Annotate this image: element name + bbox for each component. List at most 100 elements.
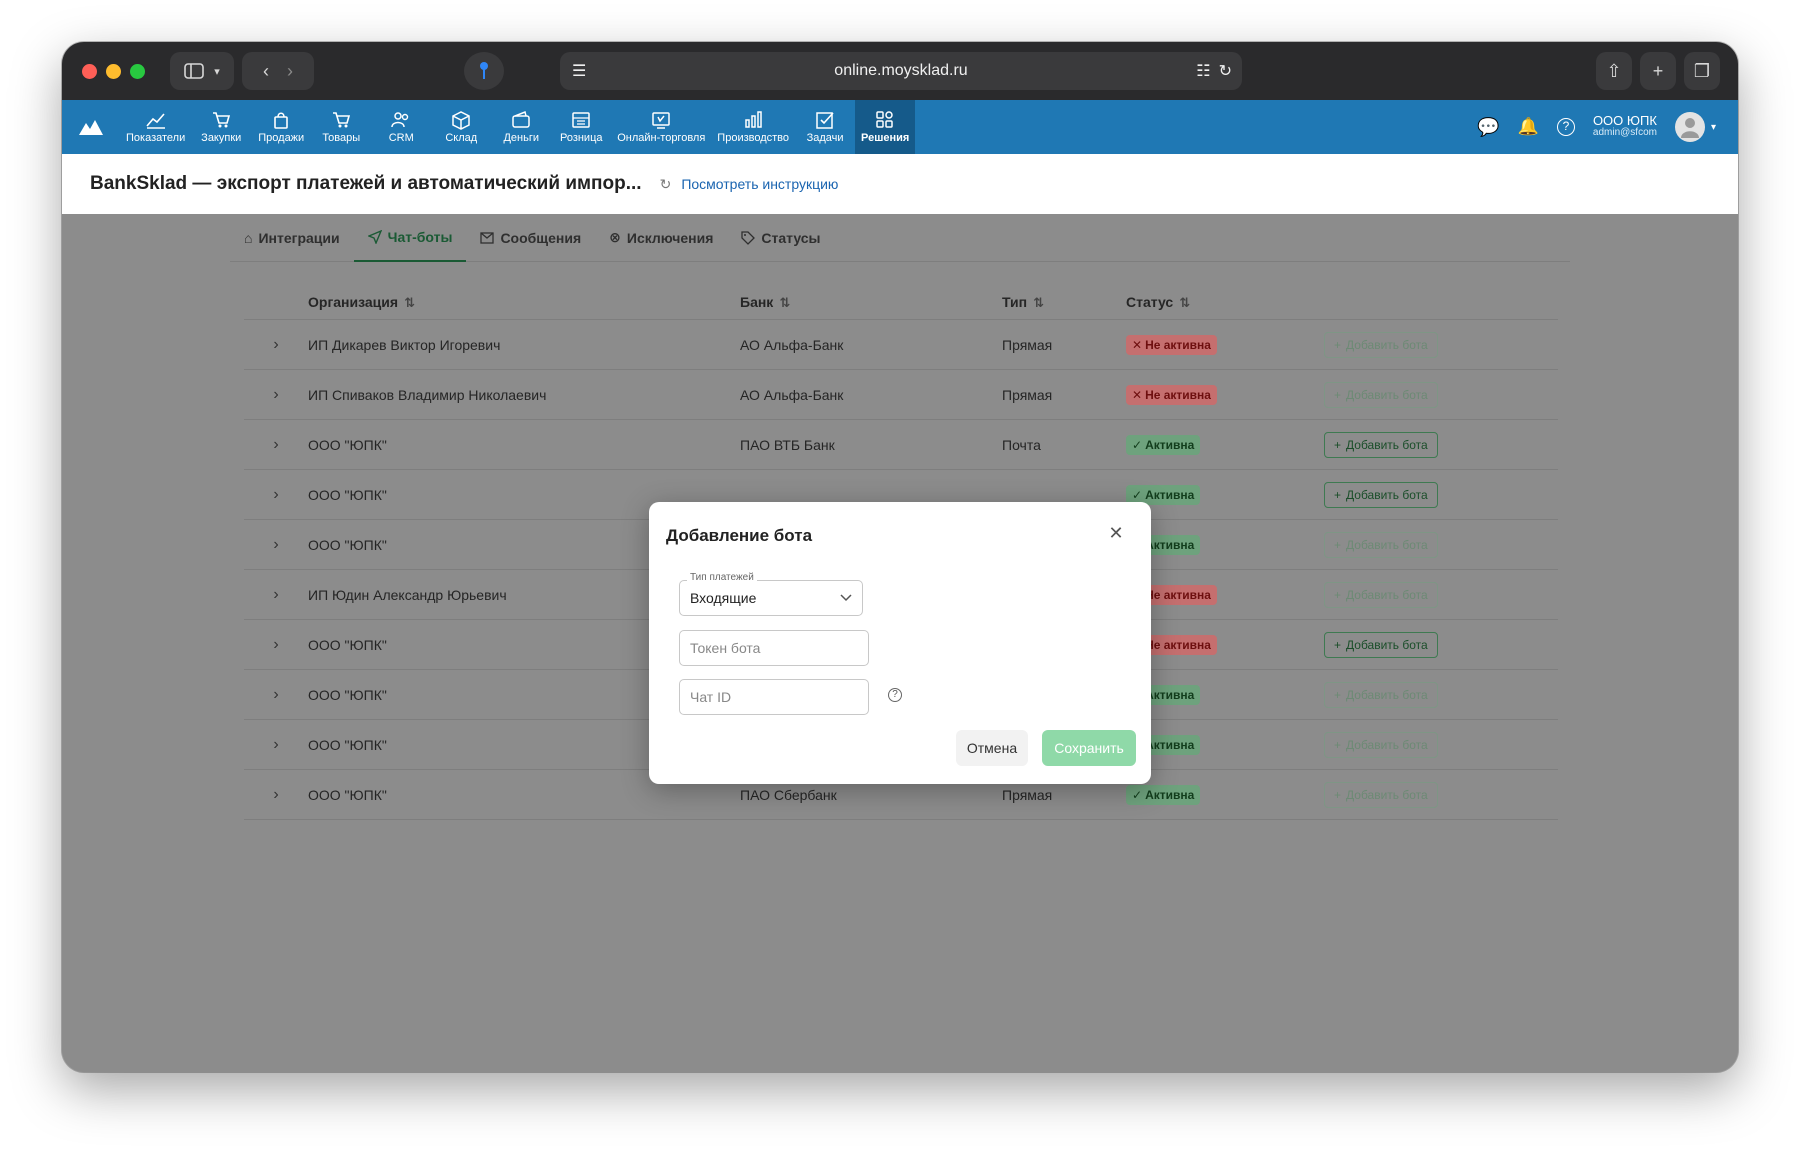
nav-item-proizvodstvo[interactable]: Производство xyxy=(711,100,795,154)
table-row[interactable]: › ИП Дикарев Виктор Игоревич АО Альфа-Банк… xyxy=(244,320,1558,370)
forward-button[interactable]: › xyxy=(287,61,293,82)
payment-type-select[interactable]: Входящие xyxy=(679,580,863,616)
tab-isklyucheniya[interactable]: ⊗ Исключения xyxy=(595,214,727,262)
nav-item-pokazateli[interactable]: Показатели xyxy=(120,100,191,154)
nav-item-tovary[interactable]: Товары xyxy=(311,100,371,154)
reload-icon[interactable]: ↻ xyxy=(1219,61,1232,81)
column-header-bank[interactable]: Банк ⇅ xyxy=(740,294,1002,311)
add-bot-button[interactable]: + Добавить бота xyxy=(1324,431,1438,458)
action-cell: + Добавить бота xyxy=(1324,331,1524,358)
column-label: Тип xyxy=(1002,294,1028,310)
password-key-button[interactable] xyxy=(464,52,504,90)
avatar[interactable] xyxy=(1674,112,1705,142)
nav-item-crm[interactable]: CRM xyxy=(371,100,431,154)
plus-icon: + xyxy=(1334,587,1342,602)
nav-item-zakupki[interactable]: Закупки xyxy=(191,100,251,154)
refresh-icon[interactable]: ↻ xyxy=(660,176,672,193)
translate-icon[interactable]: ☷ xyxy=(1196,61,1210,81)
chevron-right-icon[interactable]: › xyxy=(244,486,308,504)
tab-soobshcheniya[interactable]: Сообщения xyxy=(466,214,595,262)
org-cell: ООО "ЮПК" xyxy=(308,436,387,453)
logo-icon xyxy=(79,120,103,135)
type-cell: Прямая xyxy=(1002,386,1053,403)
chevron-right-icon[interactable]: › xyxy=(244,636,308,654)
nav-item-sklad[interactable]: Склад xyxy=(431,100,491,154)
help-icon[interactable]: ? xyxy=(888,688,902,702)
instruction-link[interactable]: Посмотреть инструкцию xyxy=(681,176,838,192)
chevron-right-icon[interactable]: › xyxy=(244,536,308,554)
add-bot-button[interactable]: + Добавить бота xyxy=(1324,381,1438,408)
moysklad-logo[interactable] xyxy=(62,100,120,154)
bag-icon xyxy=(274,112,289,129)
nav-item-prodazhi[interactable]: Продажи xyxy=(251,100,311,154)
plus-icon: + xyxy=(1334,537,1342,552)
maximize-window-button[interactable] xyxy=(130,64,145,79)
nav-item-resheniya[interactable]: Решения xyxy=(855,100,916,154)
nav-item-zadachi[interactable]: Задачи xyxy=(795,100,855,154)
sort-icon: ⇅ xyxy=(779,295,791,310)
status-badge: ✓Активна xyxy=(1126,434,1201,455)
column-header-status[interactable]: Статус ⇅ xyxy=(1126,294,1324,311)
chevron-right-icon[interactable]: › xyxy=(244,336,308,354)
chevron-right-icon[interactable]: › xyxy=(244,386,308,404)
chat-icon[interactable]: 💬 xyxy=(1477,117,1499,138)
add-bot-button[interactable]: + Добавить бота xyxy=(1324,481,1438,508)
sidebar-toggle-button[interactable]: ▾ xyxy=(170,52,234,90)
back-button[interactable]: ‹ xyxy=(263,61,269,82)
tab-overview-button[interactable]: ❐ xyxy=(1684,52,1720,90)
nav-item-dengi[interactable]: Деньги xyxy=(491,100,551,154)
page-menu-icon[interactable]: ☰ xyxy=(572,61,586,81)
column-header-type[interactable]: Тип ⇅ xyxy=(1002,294,1126,311)
column-label: Статус xyxy=(1126,294,1174,310)
save-button[interactable]: Сохранить xyxy=(1042,730,1136,766)
user-menu[interactable]: ООО ЮПК admin@sfcom xyxy=(1593,114,1657,139)
add-bot-button[interactable]: + Добавить бота xyxy=(1324,631,1438,658)
nav-item-roznica[interactable]: Розница xyxy=(551,100,611,154)
add-bot-button[interactable]: + Добавить бота xyxy=(1324,531,1438,558)
bell-icon[interactable]: 🔔 xyxy=(1518,117,1539,137)
add-bot-button[interactable]: + Добавить бота xyxy=(1324,731,1438,758)
nav-label: Розница xyxy=(559,132,603,144)
history-nav: ‹ › xyxy=(242,52,314,90)
tab-bar: ⌂ Интеграции Чат-боты Сообщения ⊗ Исключ… xyxy=(230,214,1570,262)
status-badge: ✕Не активна xyxy=(1126,384,1217,405)
nav-label: Деньги xyxy=(503,132,539,144)
chevron-right-icon[interactable]: › xyxy=(244,736,308,754)
nav-label: Решения xyxy=(861,132,910,144)
help-icon[interactable]: ? xyxy=(1556,118,1575,136)
status-text: Не активна xyxy=(1145,387,1211,402)
column-header-org[interactable]: Организация ⇅ xyxy=(308,294,740,311)
minimize-window-button[interactable] xyxy=(106,64,121,79)
close-window-button[interactable] xyxy=(82,64,97,79)
address-bar[interactable]: ☰ online.moysklad.ru ☷ ↻ xyxy=(560,52,1242,90)
add-bot-button[interactable]: + Добавить бота xyxy=(1324,581,1438,608)
chat-id-input[interactable]: Чат ID xyxy=(679,679,869,715)
new-tab-button[interactable]: + xyxy=(1640,52,1676,90)
add-bot-button[interactable]: + Добавить бота xyxy=(1324,681,1438,708)
table-row[interactable]: › ИП Спиваков Владимир Николаевич АО Альфа… xyxy=(244,370,1558,420)
nav-item-online-torgovlya[interactable]: Онлайн-торговля xyxy=(611,100,711,154)
plus-icon: + xyxy=(1334,437,1342,452)
chevron-right-icon[interactable]: › xyxy=(244,436,308,454)
cancel-button[interactable]: Отмена xyxy=(956,730,1028,766)
tab-statusy[interactable]: Статусы xyxy=(727,214,834,262)
bot-token-input[interactable]: Токен бота xyxy=(679,630,869,666)
register-icon xyxy=(572,112,590,128)
tab-chat-boty[interactable]: Чат-боты xyxy=(353,214,467,262)
bank-cell: ПАО ВТБ Банк xyxy=(740,436,835,453)
action-cell: + Добавить бота xyxy=(1324,681,1524,708)
close-icon[interactable]: ✕ xyxy=(1107,524,1125,542)
cross-icon: ✕ xyxy=(1132,387,1143,402)
nav-label: CRM xyxy=(388,132,414,144)
chevron-right-icon[interactable]: › xyxy=(244,786,308,804)
chevron-down-icon[interactable]: ▾ xyxy=(1711,122,1716,133)
chevron-right-icon[interactable]: › xyxy=(244,686,308,704)
table-row[interactable]: › ООО "ЮПК" ПАО ВТБ Банк Почта ✓ Активна + Доба… xyxy=(244,420,1558,470)
tab-integracii[interactable]: ⌂ Интеграции xyxy=(230,214,354,262)
table-header: Организация ⇅ Банк ⇅ Тип ⇅ Статус ⇅ xyxy=(244,286,1558,320)
add-bot-button[interactable]: + Добавить бота xyxy=(1324,781,1438,808)
add-bot-button[interactable]: + Добавить бота xyxy=(1324,331,1438,358)
page-title: BankSklad — экспорт платежей и автоматич… xyxy=(90,173,642,194)
share-button[interactable]: ⇧ xyxy=(1596,52,1632,90)
chevron-right-icon[interactable]: › xyxy=(244,586,308,604)
